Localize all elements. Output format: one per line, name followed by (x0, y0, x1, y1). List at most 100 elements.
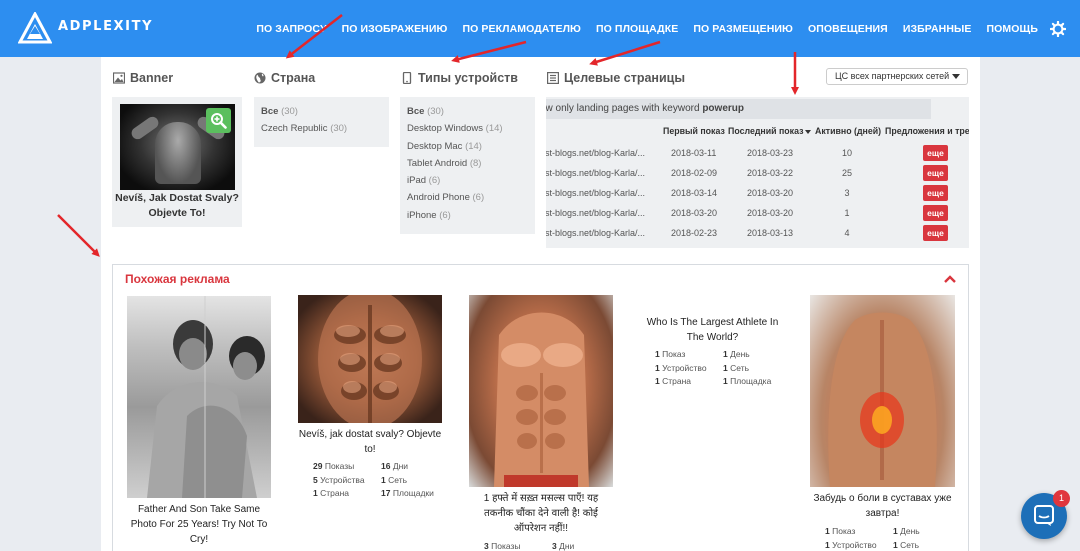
nav-by-placement[interactable]: ПО РАЗМЕЩЕНИЮ (693, 23, 793, 35)
ad-stat-label: День (900, 526, 920, 536)
ad-stat-label: Устройство (832, 539, 877, 550)
more-offers-button[interactable]: еще (923, 205, 948, 221)
ad-stat-label: Сеть (730, 362, 750, 373)
image-icon (113, 72, 125, 84)
ad-stat-label: Площадки (392, 488, 434, 498)
col-active-days[interactable]: Активно (дней) (815, 126, 881, 136)
nav-by-keyword[interactable]: ПО ЗАПРОСУ (256, 23, 326, 35)
ad-stat: 5 Устройства (313, 475, 365, 485)
ad-stat-label: Показ (832, 526, 856, 536)
ad-stat-value: 3 (484, 541, 489, 551)
ad-stat-label: Сеть (388, 474, 408, 485)
devices-filter-item[interactable]: iPhone (6) (407, 207, 503, 224)
ad-stat-value: 1 (313, 488, 318, 498)
active-days-value: 25 (841, 168, 852, 178)
col-last-seen[interactable]: Последний показ (728, 126, 812, 136)
more-offers-button[interactable]: еще (923, 185, 948, 201)
ad-stat-label: День (730, 349, 750, 359)
ad-stat-value: 1 (723, 349, 728, 359)
country-filter-list: Все (30) Czech Republic (30) (261, 103, 347, 138)
more-offers-button[interactable]: еще (923, 145, 948, 161)
brand-logo[interactable]: ADPLEXITY (18, 12, 153, 44)
network-select[interactable]: ЦС всех партнерских сетей (826, 68, 968, 85)
ad-stat: 16 Дни (381, 461, 408, 471)
table-row: est-blogs.net/blog-Karla/... 2018-02-09 20… (546, 164, 969, 184)
last-seen-date: 2018-03-13 (747, 228, 794, 238)
devices-filter-count: (8) (469, 157, 482, 169)
zoom-in-icon (211, 113, 227, 129)
ad-stat-value: 1 (893, 526, 898, 536)
gear-icon[interactable] (1050, 20, 1066, 37)
ad-stat-value: 1 (723, 376, 728, 386)
first-seen-date: 2018-02-23 (671, 228, 718, 238)
devices-filter-name: iPhone (407, 209, 437, 221)
col-last-seen-label: Последний показ (728, 126, 804, 136)
country-section-title: Страна (254, 71, 315, 85)
ad-stat: 1 Страна (655, 376, 691, 386)
keyword-filter-text: ow only landing pages with keyword (546, 103, 703, 114)
country-filter-item[interactable]: Все (30) (261, 103, 347, 120)
similar-ads-title: Похожая реклама (125, 272, 230, 286)
table-row: est-blogs.net/blog-Karla/... 2018-03-11 20… (546, 144, 969, 164)
device-filter-list: Все (30) Desktop Windows (14) Desktop Mac … (407, 103, 503, 224)
devices-filter-item[interactable]: Desktop Mac (14) (407, 138, 503, 155)
ad-stat-label: Показ (662, 349, 686, 359)
similar-ad-image-1[interactable] (127, 296, 271, 498)
devices-filter-name: iPad (407, 175, 427, 187)
nav-help[interactable]: ПОМОЩЬ (987, 23, 1038, 35)
landing-url[interactable]: est-blogs.net/blog-Karla/... (546, 208, 657, 218)
col-offers[interactable]: Предложения и трек (885, 126, 969, 136)
similar-ad-caption-3: 1 हफ्ते में सख़्त मसल्स पाएँ! यह तकनीक च… (483, 493, 599, 534)
adplexity-logo-icon (18, 12, 52, 44)
first-seen-date: 2018-02-09 (671, 168, 718, 178)
landing-url[interactable]: est-blogs.net/blog-Karla/... (546, 168, 657, 178)
ad-stat: 1 День (893, 526, 920, 536)
active-days-value: 10 (841, 148, 852, 158)
ad-stat-label: Площадка (730, 376, 772, 386)
nav-by-site[interactable]: ПО ПЛОЩАДКЕ (596, 23, 678, 35)
devices-filter-name: Tablet Android (407, 157, 468, 169)
ad-stat-value: 1 (825, 539, 830, 550)
country-filter-item[interactable]: Czech Republic (30) (261, 120, 347, 137)
nav-alerts[interactable]: ОПОВЕЩЕНИЯ (808, 23, 888, 35)
banner-section-title: Banner (113, 71, 173, 85)
devices-filter-item[interactable]: Все (30) (407, 103, 503, 120)
similar-ad-image-3[interactable] (469, 295, 613, 487)
ad-stat: 3 Показы (484, 541, 521, 551)
landing-url[interactable]: est-blogs.net/blog-Karla/... (546, 148, 657, 158)
landing-url[interactable]: est-blogs.net/blog-Karla/... (546, 228, 657, 238)
devices-filter-count: (14) (465, 140, 482, 152)
ad-stat-value: 1 (655, 376, 660, 386)
devices-filter-item[interactable]: Android Phone (6) (407, 189, 503, 206)
ad-stat-value: 3 (552, 541, 557, 551)
similar-ad-image-5[interactable] (810, 295, 955, 487)
ad-stat: 1 День (723, 349, 750, 359)
ad-stat-value: 29 (313, 461, 323, 471)
more-offers-button[interactable]: еще (923, 225, 948, 241)
landing-url[interactable]: est-blogs.net/blog-Karla/... (546, 188, 657, 198)
devices-filter-count: (14) (485, 123, 503, 135)
devices-filter-item[interactable]: Desktop Windows (14) (407, 120, 503, 137)
ad-stat-value: 1 (723, 362, 728, 373)
devices-filter-item[interactable]: Tablet Android (8) (407, 155, 503, 172)
similar-ad-caption-4[interactable]: Who Is The Largest Athlete In The World? (640, 315, 785, 345)
brand-name: ADPLEXITY (58, 18, 154, 34)
zoom-button[interactable] (206, 108, 231, 133)
devices-filter-item[interactable]: iPad (6) (407, 172, 503, 189)
ad-stat-label: Сеть (900, 539, 920, 550)
col-first-seen[interactable]: Первый показ (663, 126, 725, 136)
more-offers-button[interactable]: еще (923, 165, 948, 181)
ad-stat: 1 Страна (313, 488, 349, 498)
nav-by-advertiser[interactable]: ПО РЕКЛАМОДАТЕЛЮ (462, 23, 581, 35)
ad-stat-label: Страна (320, 488, 350, 498)
nav-by-image[interactable]: ПО ИЗОБРАЖЕНИЮ (342, 23, 448, 35)
ad-stat-value: 1 (381, 474, 386, 485)
similar-ad-image-2[interactable] (298, 295, 442, 423)
table-row: est-blogs.net/blog-Karla/... 2018-02-23 20… (546, 224, 969, 244)
nav-favorites[interactable]: ИЗБРАННЫЕ (903, 23, 972, 35)
annotation-arrow-similar (57, 214, 100, 257)
country-filter-count: (30) (281, 106, 298, 117)
ad-stat-label: Показы (324, 461, 355, 471)
chevron-up-icon[interactable] (944, 275, 956, 283)
first-seen-date: 2018-03-20 (671, 208, 718, 218)
